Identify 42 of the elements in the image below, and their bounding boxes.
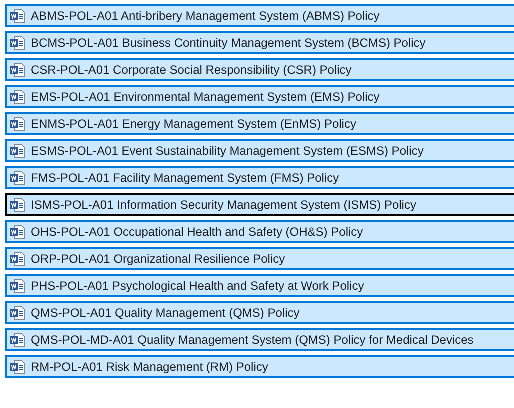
file-row[interactable]: QMS-POL-A01 Quality Management (QMS) Policy	[5, 301, 514, 324]
file-name: PHS-POL-A01 Psychological Health and Safety at Work Policy	[31, 278, 364, 294]
file-name: ISMS-POL-A01 Information Security Management System (ISMS) Policy	[31, 196, 416, 214]
word-document-icon	[10, 88, 26, 104]
file-row[interactable]: ISMS-POL-A01 Information Security Management System (ISMS) Policy	[5, 193, 514, 216]
file-name: ABMS-POL-A01 Anti-bribery Management System (ABMS) Policy	[31, 8, 380, 24]
file-name: OHS-POL-A01 Occupational Health and Safety (OH&S) Policy	[31, 224, 364, 240]
file-name: RM-POL-A01 Risk Management (RM) Policy	[31, 358, 268, 376]
file-name: FMS-POL-A01 Facility Management System (FMS) Policy	[31, 170, 340, 186]
file-row[interactable]: PHS-POL-A01 Psychological Health and Safety at Work Policy	[5, 274, 514, 297]
file-row[interactable]: CSR-POL-A01 Corporate Social Responsibility (CSR) Policy	[5, 58, 514, 81]
word-document-icon	[10, 250, 26, 266]
file-row[interactable]: ORP-POL-A01 Organizational Resilience Policy	[5, 247, 514, 270]
file-name: ESMS-POL-A01 Event Sustainability Management System (ESMS) Policy	[31, 142, 424, 160]
file-name: CSR-POL-A01 Corporate Social Responsibility (CSR) Policy	[31, 62, 352, 78]
file-name: QMS-POL-MD-A01 Quality Management System (QMS) Policy for Medical Devices	[31, 332, 474, 348]
file-name: ORP-POL-A01 Organizational Resilience Policy	[31, 250, 286, 268]
file-row[interactable]: FMS-POL-A01 Facility Management System (FMS) Policy	[5, 166, 514, 189]
file-name: EMS-POL-A01 Environmental Management System (EMS) Policy	[31, 88, 380, 106]
file-row[interactable]: ABMS-POL-A01 Anti-bribery Management System (ABMS) Policy	[5, 4, 514, 27]
word-document-icon	[10, 196, 26, 212]
word-document-icon	[10, 116, 26, 132]
word-document-icon	[10, 224, 26, 240]
word-document-icon	[10, 332, 26, 348]
file-row[interactable]: QMS-POL-MD-A01 Quality Management System (QMS) Policy for Medical Devices	[5, 328, 514, 351]
file-name: ENMS-POL-A01 Energy Management System (EnMS) Policy	[31, 116, 356, 132]
file-name: BCMS-POL-A01 Business Continuity Management System (BCMS) Policy	[31, 34, 426, 52]
word-document-icon	[10, 62, 26, 78]
file-row[interactable]: ESMS-POL-A01 Event Sustainability Management System (ESMS) Policy	[5, 139, 514, 162]
word-document-icon	[10, 170, 26, 186]
word-document-icon	[10, 304, 26, 320]
file-row[interactable]: ENMS-POL-A01 Energy Management System (EnMS) Policy	[5, 112, 514, 135]
file-row[interactable]: OHS-POL-A01 Occupational Health and Safety (OH&S) Policy	[5, 220, 514, 243]
file-row[interactable]: BCMS-POL-A01 Business Continuity Management System (BCMS) Policy	[5, 31, 514, 54]
word-document-icon	[10, 34, 26, 50]
word-document-icon	[10, 142, 26, 158]
file-row[interactable]: RM-POL-A01 Risk Management (RM) Policy	[5, 355, 514, 378]
file-row[interactable]: EMS-POL-A01 Environmental Management System (EMS) Policy	[5, 85, 514, 108]
word-document-icon	[10, 358, 26, 374]
file-name: QMS-POL-A01 Quality Management (QMS) Policy	[31, 304, 300, 322]
word-document-icon	[10, 8, 26, 24]
word-document-icon	[10, 278, 26, 294]
